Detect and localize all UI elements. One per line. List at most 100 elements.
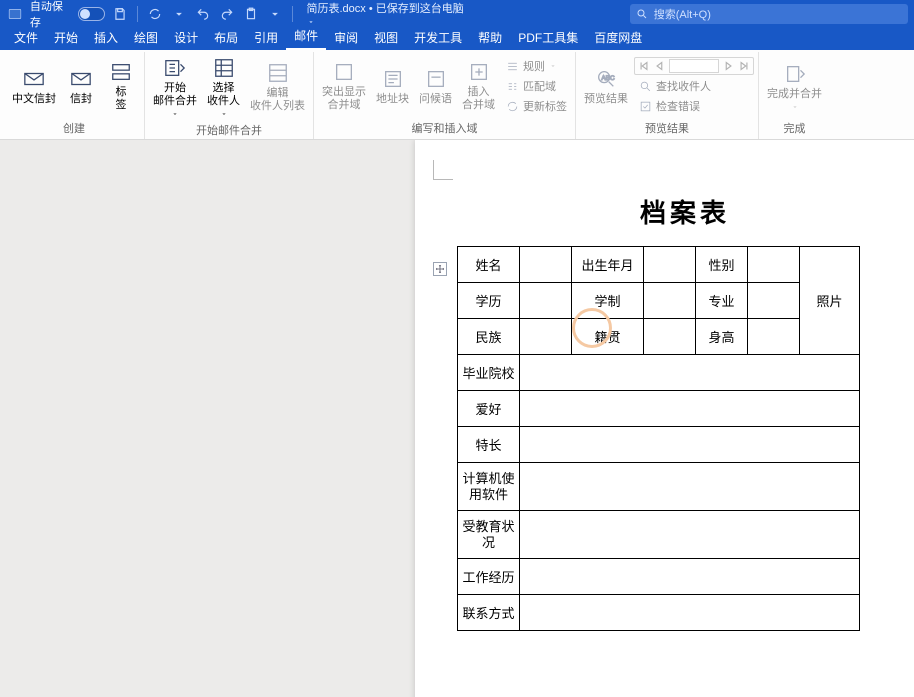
group-label-startmerge: 开始邮件合并 [149, 120, 309, 141]
tab-help[interactable]: 帮助 [470, 26, 510, 50]
labels-button[interactable]: 标 签 [102, 58, 140, 114]
qat-dropdown-icon[interactable] [266, 5, 284, 23]
edit-list-icon [266, 61, 290, 85]
tab-layout[interactable]: 布局 [206, 26, 246, 50]
toggle-switch[interactable] [78, 7, 106, 21]
cn-envelope-button[interactable]: 中文信封 [8, 65, 60, 108]
cell-name-label[interactable]: 姓名 [458, 247, 520, 283]
envelope-button[interactable]: 信封 [62, 65, 100, 108]
menu-tabs: 文件 开始 插入 绘图 设计 布局 引用 邮件 审阅 视图 开发工具 帮助 PD… [0, 28, 914, 50]
envelope-icon [69, 67, 93, 91]
find-icon [638, 79, 652, 93]
update-labels-button: 更新标签 [501, 97, 571, 115]
cell-work-label[interactable]: 工作经历 [458, 559, 520, 595]
tab-view[interactable]: 视图 [366, 26, 406, 50]
start-mail-merge-button[interactable]: 开始 邮件合并 [149, 54, 201, 120]
next-record-icon [721, 59, 735, 73]
recipients-icon [212, 56, 236, 80]
paste-icon[interactable] [242, 5, 260, 23]
cell-work-val[interactable] [520, 559, 860, 595]
cell-photo[interactable]: 照片 [800, 247, 860, 355]
first-record-icon [637, 59, 651, 73]
cell-edu-label[interactable]: 学历 [458, 283, 520, 319]
filename-label: 简历表.docx • 已保存到这台电脑 [307, 0, 474, 28]
group-label-create: 创建 [8, 118, 140, 139]
cell-contact-label[interactable]: 联系方式 [458, 595, 520, 631]
highlight-merge-button: 突出显示 合并域 [318, 58, 370, 114]
cell-nation-val[interactable] [520, 319, 572, 355]
ribbon: 中文信封 信封 标 签 创建 开始 邮件合并 选择 收件人 [0, 50, 914, 140]
cell-hobby-label[interactable]: 爱好 [458, 391, 520, 427]
label-icon [109, 60, 133, 84]
profile-table[interactable]: 姓名 出生年月 性别 照片 学历 学制 专业 民族 籍贯 [457, 246, 860, 631]
redo-icon[interactable] [218, 5, 236, 23]
tab-reference[interactable]: 引用 [246, 26, 286, 50]
cell-height-val[interactable] [748, 319, 800, 355]
svg-text:ABC: ABC [601, 74, 615, 81]
cell-software-label[interactable]: 计算机使用软件 [458, 463, 520, 511]
mailmerge-icon [163, 56, 187, 80]
cell-major-val[interactable] [748, 283, 800, 319]
search-box[interactable]: 搜索(Alt+Q) [630, 4, 908, 24]
cell-grad-val[interactable] [520, 355, 860, 391]
match-fields-button: 匹配域 [501, 77, 571, 95]
cell-major-label[interactable]: 专业 [696, 283, 748, 319]
tab-baidu[interactable]: 百度网盘 [586, 26, 650, 50]
cell-spec-val[interactable] [520, 427, 860, 463]
tab-draw[interactable]: 绘图 [126, 26, 166, 50]
ribbon-group-startmerge: 开始 邮件合并 选择 收件人 编辑 收件人列表 开始邮件合并 [145, 52, 314, 139]
insert-field-icon [467, 60, 491, 84]
select-recipients-button[interactable]: 选择 收件人 [203, 54, 244, 120]
edit-recipients-button: 编辑 收件人列表 [246, 59, 309, 115]
greeting-button: 问候语 [415, 65, 456, 108]
tab-home[interactable]: 开始 [46, 26, 86, 50]
document-page[interactable]: 档案表 姓名 出生年月 性别 照片 学历 [415, 140, 914, 697]
last-record-icon [737, 59, 751, 73]
ribbon-group-finish: 完成并合并 完成 [759, 52, 830, 139]
cell-edubg-label[interactable]: 受教育状况 [458, 511, 520, 559]
sync-icon[interactable] [146, 5, 164, 23]
cell-edu-val[interactable] [520, 283, 572, 319]
save-icon[interactable] [111, 5, 129, 23]
cell-hobby-val[interactable] [520, 391, 860, 427]
dropdown-icon[interactable] [170, 5, 188, 23]
document-canvas[interactable]: 档案表 姓名 出生年月 性别 照片 学历 [0, 140, 914, 697]
cell-gender-label[interactable]: 性别 [696, 247, 748, 283]
cell-spec-label[interactable]: 特长 [458, 427, 520, 463]
tab-insert[interactable]: 插入 [86, 26, 126, 50]
tab-mail[interactable]: 邮件 [286, 24, 326, 50]
update-icon [505, 99, 519, 113]
doc-title: 档案表 [455, 193, 914, 230]
finish-icon [783, 62, 807, 86]
cell-gender-val[interactable] [748, 247, 800, 283]
margin-corner-tl [433, 160, 453, 180]
tab-dev[interactable]: 开发工具 [406, 26, 470, 50]
table-move-handle[interactable] [433, 262, 447, 276]
match-icon [505, 79, 519, 93]
cell-name-val[interactable] [520, 247, 572, 283]
cell-contact-val[interactable] [520, 595, 860, 631]
cell-edubg-val[interactable] [520, 511, 860, 559]
rules-icon [505, 59, 519, 73]
tab-review[interactable]: 审阅 [326, 26, 366, 50]
cell-birth-val[interactable] [644, 247, 696, 283]
cell-nation-label[interactable]: 民族 [458, 319, 520, 355]
cell-system-val[interactable] [644, 283, 696, 319]
tab-pdf[interactable]: PDF工具集 [510, 26, 586, 50]
ribbon-group-preview: ABC 预览结果 查找收件人 检查错误 [576, 52, 759, 139]
cell-system-label[interactable]: 学制 [572, 283, 644, 319]
record-nav [634, 57, 754, 75]
tab-design[interactable]: 设计 [166, 26, 206, 50]
undo-icon[interactable] [194, 5, 212, 23]
cell-grad-label[interactable]: 毕业院校 [458, 355, 520, 391]
cell-height-label[interactable]: 身高 [696, 319, 748, 355]
cell-birth-label[interactable]: 出生年月 [572, 247, 644, 283]
envelope-cn-icon [22, 67, 46, 91]
highlight-icon [332, 60, 356, 84]
tab-file[interactable]: 文件 [6, 26, 46, 50]
address-block-button: 地址块 [372, 65, 413, 108]
cell-origin-label[interactable]: 籍贯 [572, 319, 644, 355]
cell-origin-val[interactable] [644, 319, 696, 355]
title-bar: 自动保存 简历表.docx • 已保存到这台电脑 搜索(Alt+Q) [0, 0, 914, 28]
cell-software-val[interactable] [520, 463, 860, 511]
